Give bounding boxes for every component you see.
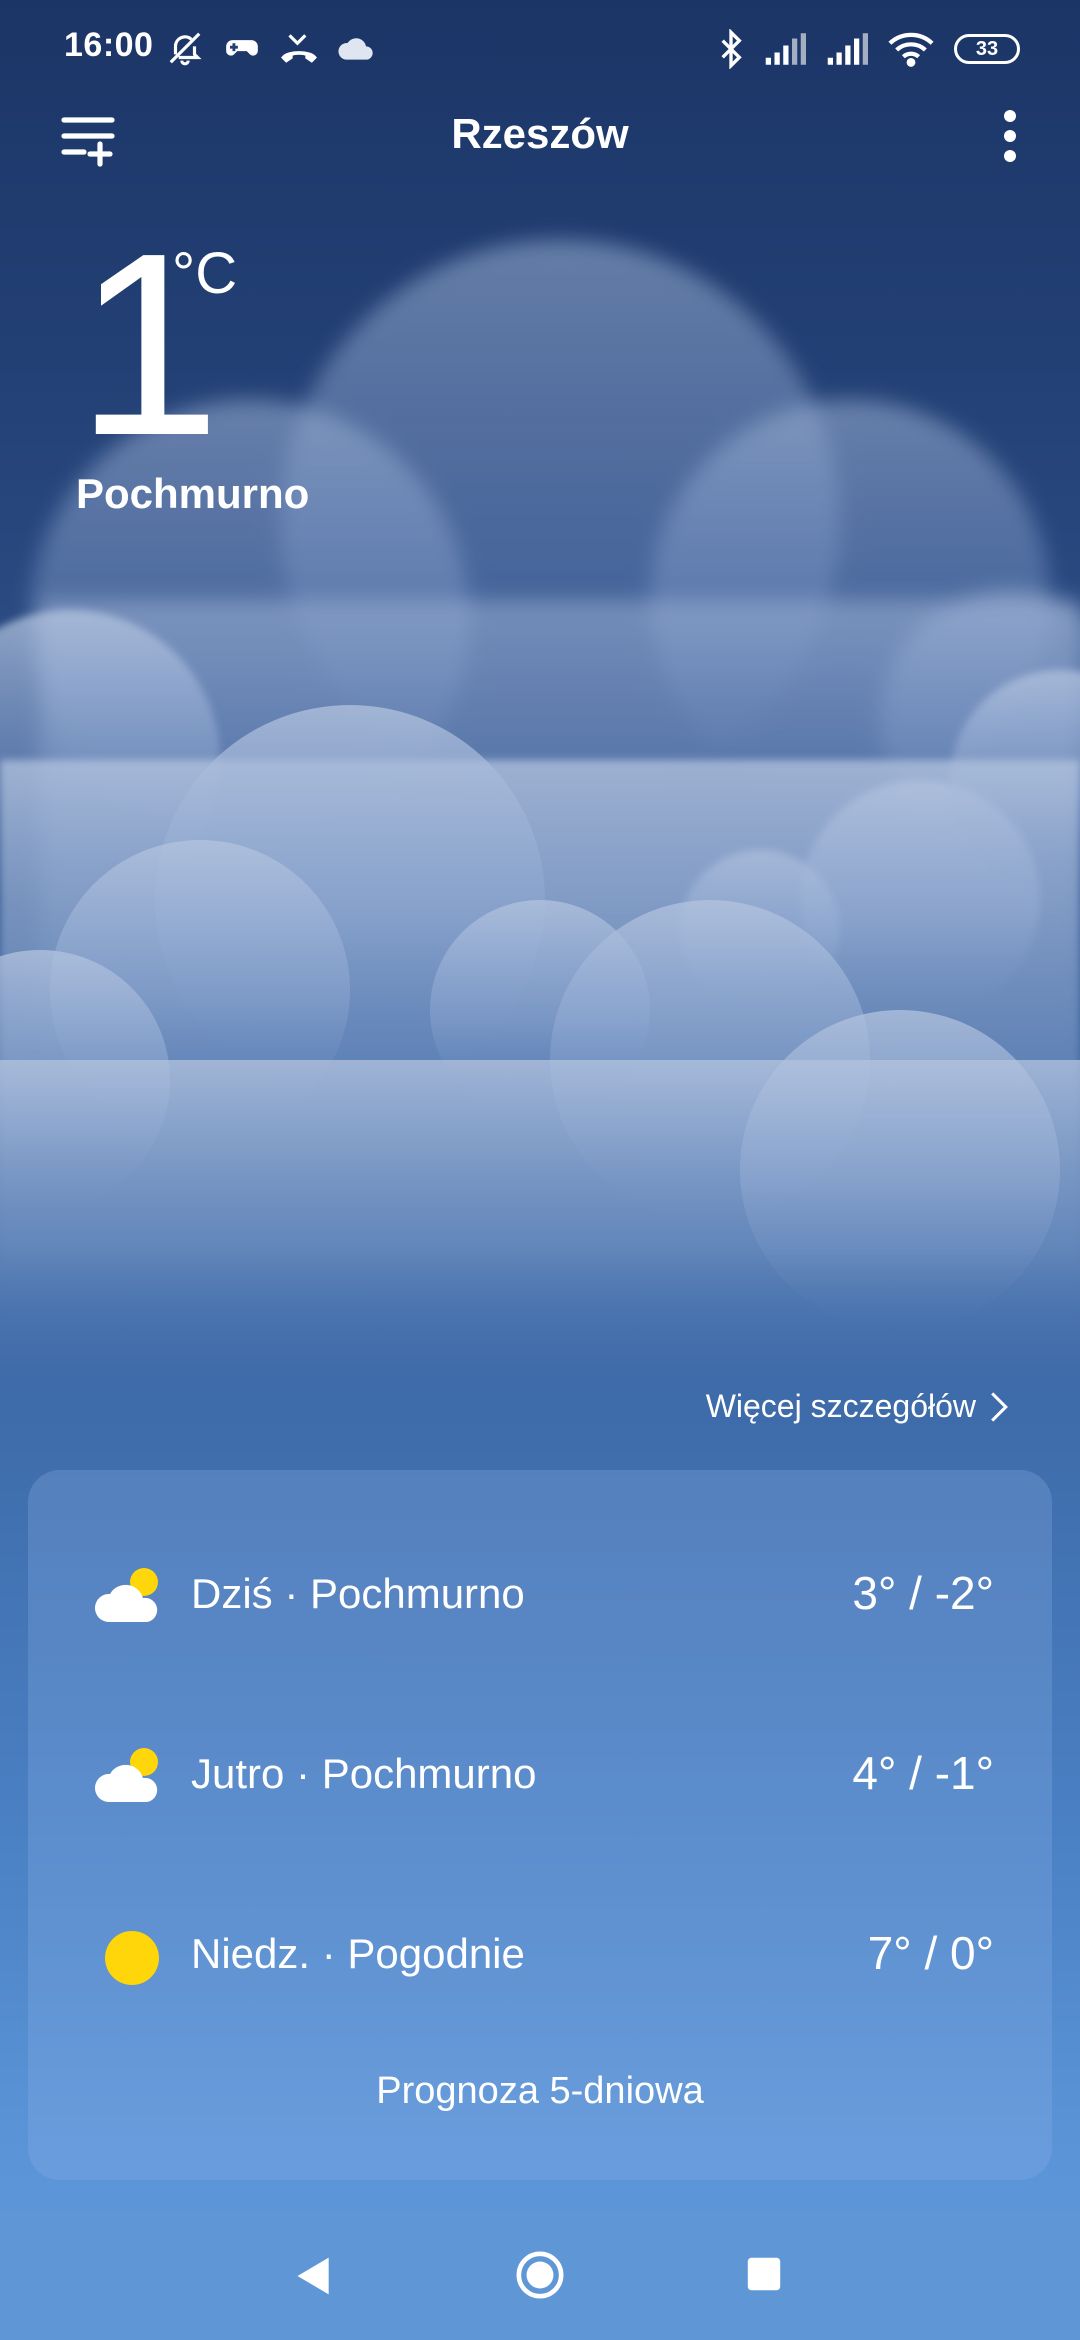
- navigation-bar: [0, 2210, 1080, 2340]
- current-condition: Pochmurno: [76, 470, 310, 517]
- status-time: 16:00: [64, 26, 154, 64]
- cloud-icon: [338, 38, 373, 60]
- forecast-card: Dziś · Pochmurno 3° / -2° Jutro · Pochmu…: [28, 1470, 1052, 2180]
- temperature-unit: °C: [172, 241, 238, 306]
- city-title: Rzeszów: [451, 110, 629, 157]
- forecast-day-label: Niedz. · Pogodnie: [191, 1930, 525, 1977]
- forecast-row-sunday[interactable]: Niedz. · Pogodnie 7° / 0°: [28, 1900, 1052, 2010]
- game-icon: [226, 40, 258, 56]
- cloud-sun-icon: [94, 1568, 158, 1622]
- signal-icon: [765, 33, 806, 65]
- wifi-icon: [888, 32, 934, 67]
- more-details-label: Więcej szczegółów: [705, 1388, 976, 1424]
- recent-apps-icon[interactable]: [746, 2256, 782, 2292]
- status-system-icons: 33: [718, 24, 1020, 74]
- forecast-day-label: Jutro · Pochmurno: [191, 1750, 537, 1797]
- home-icon[interactable]: [515, 2250, 565, 2300]
- cloud-sun-icon: [94, 1748, 158, 1802]
- forecast-row-today[interactable]: Dziś · Pochmurno 3° / -2°: [28, 1540, 1052, 1650]
- back-icon[interactable]: [292, 2254, 336, 2298]
- forecast-temps: 7° / 0°: [867, 1927, 994, 1979]
- status-notification-icons: [166, 26, 376, 70]
- forecast-temps: 4° / -1°: [852, 1747, 994, 1799]
- sun-icon: [105, 1931, 159, 1985]
- status-bar: 16:00 33: [0, 0, 1080, 96]
- battery-icon: 33: [954, 34, 1020, 64]
- forecast-row-tomorrow[interactable]: Jutro · Pochmurno 4° / -1°: [28, 1720, 1052, 1830]
- bluetooth-icon: [721, 29, 742, 69]
- more-details-link[interactable]: Więcej szczegółów: [706, 1388, 1010, 1425]
- chevron-right-icon: [991, 1391, 1008, 1422]
- signal-icon: [827, 33, 868, 65]
- five-day-forecast-button[interactable]: Prognoza 5-dniowa: [28, 2070, 1052, 2113]
- mute-icon: [169, 32, 202, 66]
- forecast-day-label: Dziś · Pochmurno: [191, 1570, 525, 1617]
- more-options-icon[interactable]: [986, 104, 1034, 168]
- forecast-temps: 3° / -2°: [852, 1567, 994, 1619]
- missed-call-icon: [281, 34, 317, 63]
